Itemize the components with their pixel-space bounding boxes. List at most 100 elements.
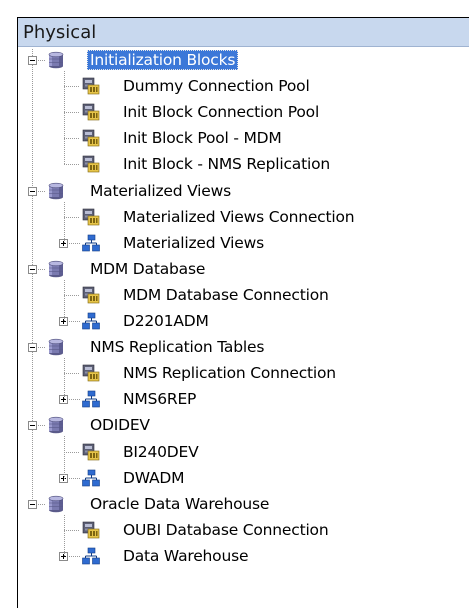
database-label: Materialized Views: [90, 181, 231, 200]
database-icon: [47, 495, 65, 513]
schema-icon: [82, 469, 100, 487]
tree-connector-line: [64, 530, 80, 531]
tree-node-connection-pool[interactable]: Materialized Views Connection: [82, 206, 470, 228]
connection-pool-label: Dummy Connection Pool: [123, 77, 310, 96]
tree-connector-line: [64, 202, 65, 244]
connection-pool-label: Init Block - NMS Replication: [123, 155, 330, 174]
database-label: Initialization Blocks: [87, 50, 239, 70]
connection-pool-icon: [82, 155, 100, 173]
collapse-toggle[interactable]: [28, 56, 37, 65]
database-label: ODIDEV: [90, 416, 150, 435]
connection-pool-label: Init Block Connection Pool: [123, 103, 320, 122]
tree-connector-line: [32, 274, 33, 343]
tree-connector-line: [64, 515, 65, 557]
tree-node-connection-pool[interactable]: OUBI Database Connection: [82, 519, 470, 541]
tree-connector-line: [38, 347, 45, 348]
tree-node-database[interactable]: Initialization Blocks: [47, 49, 467, 71]
connection-pool-icon: [82, 521, 100, 539]
connection-pool-label: NMS Replication Connection: [123, 364, 336, 383]
database-label: MDM Database: [90, 259, 206, 278]
collapse-toggle[interactable]: [28, 343, 37, 352]
collapse-toggle[interactable]: [28, 265, 37, 274]
tree-node-database[interactable]: ODIDEV: [47, 414, 467, 436]
panel-header: Physical: [18, 18, 469, 47]
database-label: NMS Replication Tables: [90, 338, 265, 357]
schema-label: Data Warehouse: [123, 546, 249, 565]
schema-icon: [82, 312, 100, 330]
physical-layer-panel: Physical Initialization Blocks Dummy Conn…: [17, 17, 469, 608]
schema-label: Materialized Views: [123, 233, 264, 252]
tree-node-schema[interactable]: Data Warehouse: [82, 545, 470, 567]
connection-pool-icon: [82, 129, 100, 147]
tree-node-database[interactable]: Oracle Data Warehouse: [47, 493, 467, 515]
tree-connector-line: [64, 71, 65, 165]
connection-pool-label: Materialized Views Connection: [123, 207, 355, 226]
tree-connector-line: [32, 196, 33, 265]
tree-connector-line: [69, 243, 80, 244]
schema-label: DWADM: [123, 468, 185, 487]
tree-node-database[interactable]: Materialized Views: [47, 180, 467, 202]
tree-connector-line: [64, 164, 80, 165]
connection-pool-icon: [82, 443, 100, 461]
database-label: Oracle Data Warehouse: [90, 494, 270, 513]
connection-pool-label: BI240DEV: [123, 442, 199, 461]
connection-pool-icon: [82, 103, 100, 121]
tree-connector-line: [38, 504, 45, 505]
database-icon: [47, 51, 65, 69]
tree-connector-line: [38, 269, 45, 270]
tree-connector-line: [64, 138, 80, 139]
tree-connector-line: [32, 49, 33, 56]
tree-connector-line: [64, 436, 65, 479]
database-icon: [47, 416, 65, 434]
tree-connector-line: [64, 217, 80, 218]
schema-label: D2201ADM: [123, 312, 209, 330]
tree-node-connection-pool[interactable]: BI240DEV: [82, 441, 470, 463]
connection-pool-label: MDM Database Connection: [123, 285, 329, 304]
tree-connector-line: [32, 430, 33, 500]
connection-pool-icon: [82, 286, 100, 304]
schema-icon: [82, 234, 100, 252]
schema-icon: [82, 390, 100, 408]
physical-tree: Initialization Blocks Dummy Connection Po…: [18, 47, 469, 608]
tree-node-connection-pool[interactable]: Init Block Pool - MDM: [82, 127, 470, 149]
database-icon: [47, 260, 65, 278]
connection-pool-icon: [82, 208, 100, 226]
tree-node-schema[interactable]: Materialized Views: [82, 232, 470, 254]
collapse-toggle[interactable]: [28, 500, 37, 509]
tree-connector-line: [64, 86, 80, 87]
tree-connector-line: [64, 280, 65, 322]
tree-node-database[interactable]: MDM Database: [47, 258, 467, 280]
database-icon: [47, 338, 65, 356]
connection-pool-icon: [82, 364, 100, 382]
tree-node-schema[interactable]: NMS6REP: [82, 388, 470, 410]
tree-node-connection-pool[interactable]: Init Block Connection Pool: [82, 101, 470, 123]
schema-icon: [82, 547, 100, 565]
tree-node-connection-pool[interactable]: Init Block - NMS Replication: [82, 153, 470, 175]
tree-connector-line: [64, 295, 80, 296]
tree-connector-line: [38, 191, 45, 192]
tree-node-connection-pool[interactable]: NMS Replication Connection: [82, 362, 470, 384]
tree-connector-line: [64, 452, 80, 453]
schema-label: NMS6REP: [123, 390, 197, 409]
connection-pool-icon: [82, 77, 100, 95]
tree-connector-line: [69, 321, 80, 322]
tree-node-schema[interactable]: DWADM: [82, 467, 470, 489]
tree-node-connection-pool[interactable]: MDM Database Connection: [82, 284, 470, 306]
connection-pool-label: Init Block Pool - MDM: [123, 129, 282, 148]
database-icon: [47, 182, 65, 200]
tree-connector-line: [69, 399, 80, 400]
tree-node-connection-pool[interactable]: Dummy Connection Pool: [82, 75, 470, 97]
collapse-toggle[interactable]: [28, 187, 37, 196]
tree-connector-line: [32, 352, 33, 421]
tree-connector-line: [69, 556, 80, 557]
tree-connector-line: [32, 65, 33, 187]
collapse-toggle[interactable]: [28, 421, 37, 430]
tree-connector-line: [38, 425, 45, 426]
tree-connector-line: [69, 478, 80, 479]
tree-node-schema[interactable]: D2201ADM: [82, 310, 470, 332]
panel-title: Physical: [23, 22, 97, 43]
tree-node-database[interactable]: NMS Replication Tables: [47, 336, 467, 358]
tree-connector-line: [38, 60, 45, 61]
tree-connector-line: [64, 373, 80, 374]
connection-pool-label: OUBI Database Connection: [123, 520, 329, 539]
